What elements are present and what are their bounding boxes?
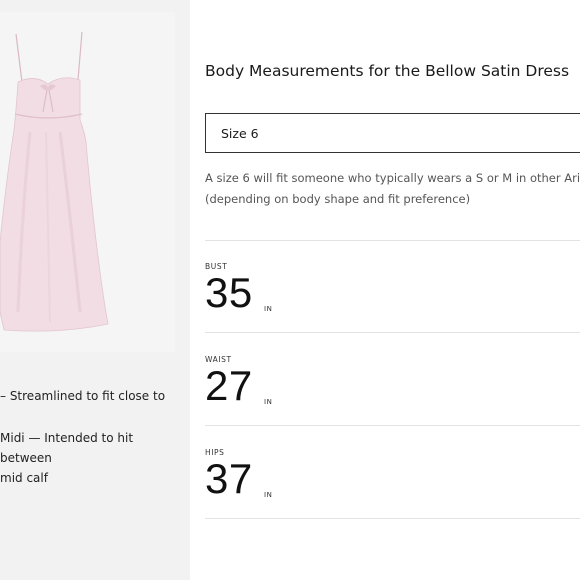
divider xyxy=(205,518,580,519)
measurement-value: 27 xyxy=(205,362,253,409)
divider xyxy=(205,332,580,333)
measurement-unit: IN xyxy=(264,305,273,313)
measurement-hips: HIPS 37 IN xyxy=(205,448,405,518)
length-note: Midi — Intended to hit between mid calf xyxy=(0,431,134,485)
size-description: A size 6 will fit someone who typically … xyxy=(205,168,580,212)
divider xyxy=(205,240,580,241)
measurement-unit: IN xyxy=(264,398,273,406)
measurement-value: 35 xyxy=(205,269,253,316)
dress-illustration xyxy=(0,12,175,352)
product-panel: – Streamlined to fit close to Midi — Int… xyxy=(0,0,190,580)
size-description-line-1: A size 6 will fit someone who typically … xyxy=(205,171,580,185)
measurement-value: 37 xyxy=(205,455,253,502)
measurement-waist: WAIST 27 IN xyxy=(205,355,405,425)
measurement-unit: IN xyxy=(264,491,273,499)
size-select[interactable]: Size 6 xyxy=(205,113,580,153)
size-select-value: Size 6 xyxy=(221,126,259,141)
measurements-panel: Body Measurements for the Bellow Satin D… xyxy=(190,0,580,580)
divider xyxy=(205,425,580,426)
measurement-bust: BUST 35 IN xyxy=(205,262,405,332)
size-description-line-2: (depending on body shape and fit prefere… xyxy=(205,192,471,206)
fit-note: – Streamlined to fit close to xyxy=(0,389,166,403)
product-image[interactable] xyxy=(0,12,175,352)
page-title: Body Measurements for the Bellow Satin D… xyxy=(205,62,570,80)
